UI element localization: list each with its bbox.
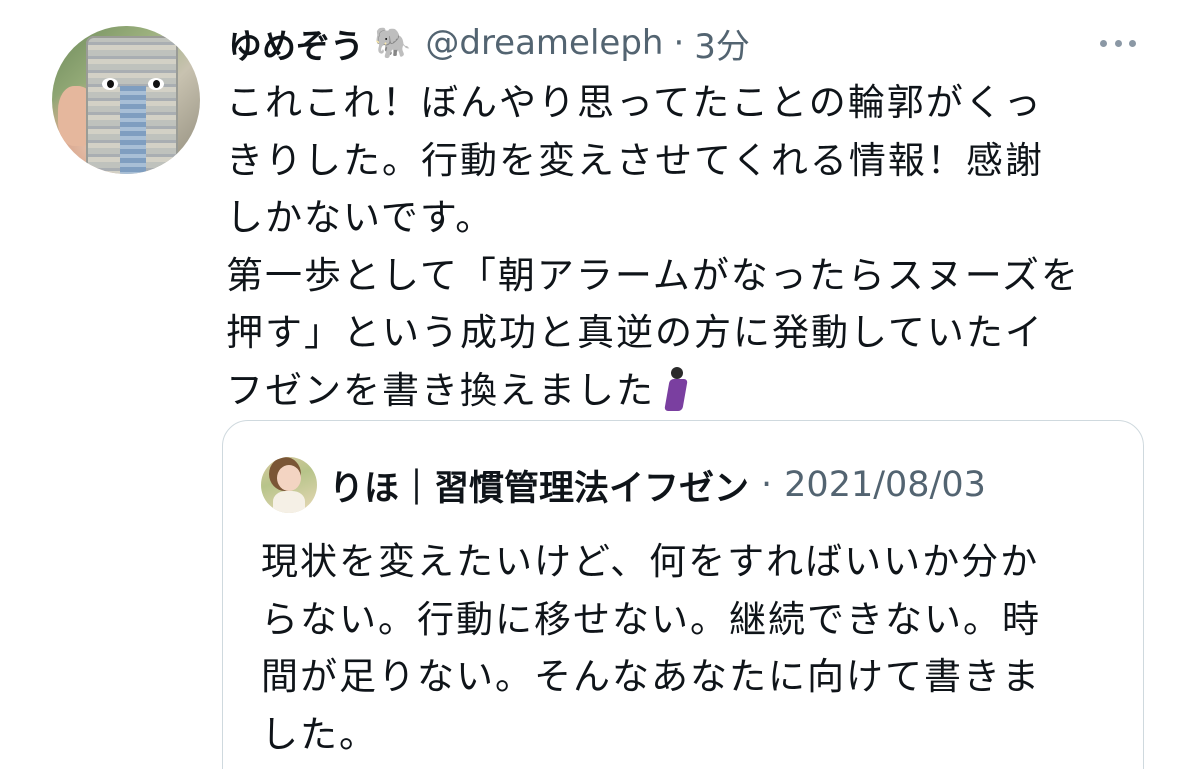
- tweet-body-line: しかないです。: [226, 196, 495, 239]
- more-options-icon[interactable]: [1096, 28, 1140, 58]
- quoted-tweet-body: 現状を変えたいけど、何をすればいいか分か らない。行動に移せない。継続できない。…: [261, 533, 1121, 763]
- more-dot: [1114, 39, 1122, 47]
- avatar-trunk: [120, 86, 146, 174]
- tweet-body-line-last: フゼンを書き換えました: [226, 362, 1126, 420]
- tweet-header: ゆめぞう 🐘 @dreameleph · 3分: [228, 19, 750, 68]
- quoted-body-line: 間が足りない。そんなあなたに向けて書きま: [261, 655, 1041, 698]
- quoted-display-name: りほ｜習慣管理法イフゼン: [329, 468, 750, 509]
- avatar[interactable]: [52, 26, 200, 174]
- man-dancing-icon: [659, 366, 693, 411]
- avatar-eye-left: [102, 78, 118, 90]
- elephant-emoji-icon: 🐘: [374, 25, 412, 61]
- quoted-date: 2021/08/03: [784, 465, 986, 505]
- quoted-separator: ·: [761, 465, 773, 505]
- quoted-body-line: した。: [261, 712, 378, 756]
- user-handle[interactable]: @dreameleph: [425, 23, 663, 63]
- tweet-body-line: これこれ！ぼんやり思ってたことの輪郭がくっ: [226, 81, 1043, 124]
- tweet-body: これこれ！ぼんやり思ってたことの輪郭がくっ きりした。行動を変えさせてくれる情報…: [226, 74, 1126, 419]
- separator-dot: ·: [673, 23, 685, 63]
- tweet-body-line: きりした。行動を変えさせてくれる情報！感謝: [226, 138, 1044, 182]
- more-dot: [1129, 39, 1136, 47]
- tweet-timestamp[interactable]: 3分: [694, 19, 750, 68]
- quoted-tweet-card[interactable]: りほ｜習慣管理法イフゼン · 2021/08/03 現状を変えたいけど、何をすれ…: [222, 420, 1144, 769]
- tweet-body-line: 第一歩として「朝アラームがなったらスヌーズを: [226, 253, 1080, 297]
- quoted-body-line: らない。行動に移せない。継続できない。時: [261, 597, 1041, 641]
- display-name[interactable]: ゆめぞう: [228, 19, 364, 68]
- more-dot: [1100, 39, 1107, 47]
- tweet[interactable]: ゆめぞう 🐘 @dreameleph · 3分 これこれ！ぼんやり思ってたことの…: [0, 0, 1200, 769]
- avatar-eye-right: [148, 78, 164, 90]
- quoted-avatar: [261, 457, 317, 513]
- quoted-body-line: 現状を変えたいけど、何をすればいいか分か: [261, 540, 1040, 583]
- quoted-tweet-header: りほ｜習慣管理法イフゼン · 2021/08/03: [261, 457, 986, 513]
- tweet-body-line: 押す」という成功と真逆の方に発動していたイ: [226, 311, 1044, 354]
- tweet-body-line: フゼンを書き換えました: [226, 368, 655, 412]
